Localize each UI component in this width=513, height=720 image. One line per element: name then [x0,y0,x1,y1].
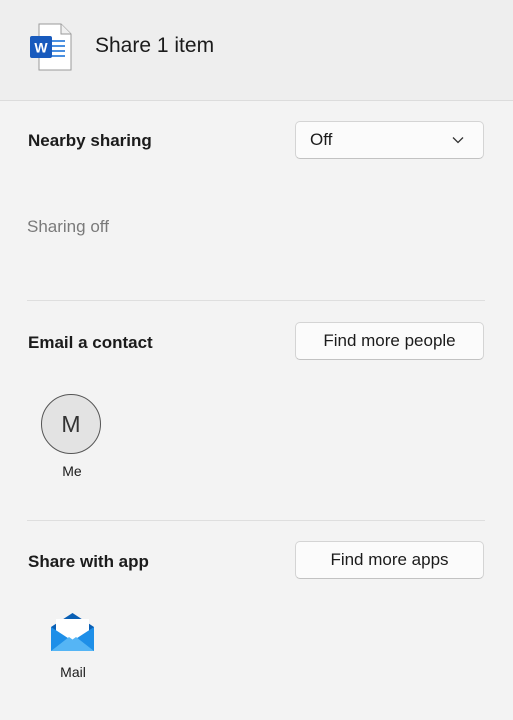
nearby-sharing-selected-value: Off [310,130,333,149]
mail-icon[interactable] [51,613,94,653]
contact-avatar-me[interactable]: M [41,394,101,454]
section-divider [27,520,485,521]
email-contact-label: Email a contact [28,333,153,352]
nearby-sharing-label: Nearby sharing [28,131,152,150]
section-divider [27,300,485,301]
contact-name: Me [62,463,82,479]
chevron-down-icon [452,137,464,144]
find-more-people-button[interactable]: Find more people [295,322,484,360]
app-name: Mail [60,664,86,680]
nearby-sharing-status: Sharing off [27,217,109,236]
find-more-apps-button[interactable]: Find more apps [295,541,484,579]
dialog-title: Share 1 item [95,34,215,57]
word-badge-letter: W [34,40,48,56]
share-with-app-label: Share with app [28,552,149,571]
nearby-sharing-dropdown[interactable]: Off [295,121,484,159]
share-dialog-header: W Share 1 item [0,0,513,101]
word-document-icon: W [29,22,73,72]
